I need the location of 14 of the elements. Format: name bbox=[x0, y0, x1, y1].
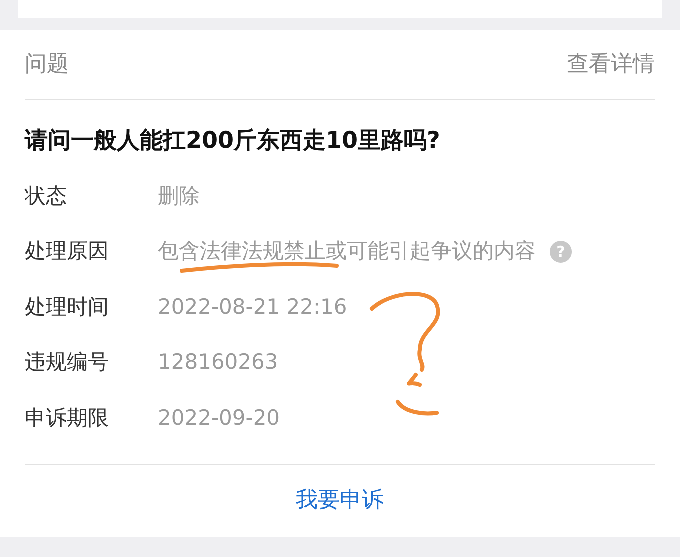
field-value: 包含法律法规禁止或可能引起争议的内容 bbox=[158, 238, 536, 265]
field-value: 2022-09-20 bbox=[158, 404, 280, 432]
field-label: 违规编号 bbox=[25, 349, 110, 376]
field-label: 处理时间 bbox=[25, 294, 110, 320]
section-title: 问题 bbox=[25, 51, 69, 79]
field-label: 处理原因 bbox=[25, 238, 110, 265]
field-label: 状态 bbox=[25, 182, 68, 210]
details-link[interactable]: 查看详情 bbox=[567, 48, 655, 81]
appeal-button[interactable]: 我要申诉 bbox=[286, 480, 394, 521]
field-value: 2022-08-21 22:16 bbox=[158, 294, 348, 320]
question-title: 请问一般人能扛200斤东西走10里路吗? bbox=[25, 127, 442, 156]
field-label: 申诉期限 bbox=[25, 404, 110, 432]
field-value: 删除 bbox=[158, 182, 200, 210]
field-value: 128160263 bbox=[158, 349, 278, 376]
